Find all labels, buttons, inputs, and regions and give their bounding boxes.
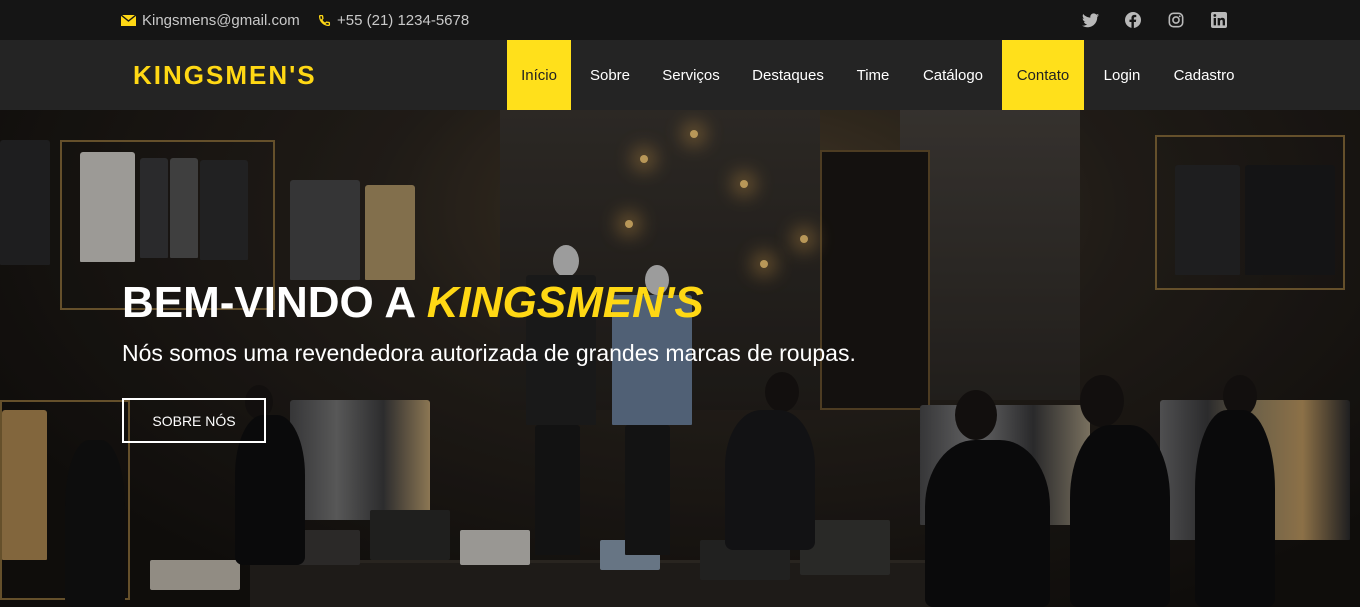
hero-section: BEM-VINDO A KINGSMEN'S Nós somos uma rev… [0, 110, 1360, 607]
envelope-icon [121, 14, 136, 26]
nav-catalogo[interactable]: Catálogo [913, 40, 993, 110]
phone-icon [318, 14, 331, 26]
instagram-icon[interactable] [1166, 10, 1186, 30]
linkedin-icon[interactable] [1209, 10, 1229, 30]
about-us-button[interactable]: SOBRE NÓS [122, 398, 266, 443]
nav-contato[interactable]: Contato [1002, 40, 1084, 110]
contact-phone[interactable]: +55 (21) 1234-5678 [318, 0, 469, 40]
twitter-icon[interactable] [1080, 10, 1100, 30]
phone-text: +55 (21) 1234-5678 [337, 11, 470, 29]
hero-title-brand: KINGSMEN'S [426, 278, 704, 327]
site-logo[interactable]: KINGSMEN'S [133, 40, 317, 110]
nav-destaques[interactable]: Destaques [742, 40, 834, 110]
nav-inicio[interactable]: Início [507, 40, 571, 110]
hero-title-prefix: BEM-VINDO A [122, 278, 427, 327]
top-contact-bar: Kingsmens@gmail.com +55 (21) 1234-5678 [0, 0, 1360, 40]
nav-sobre[interactable]: Sobre [580, 40, 640, 110]
nav-time[interactable]: Time [846, 40, 900, 110]
social-links [1080, 0, 1252, 40]
email-text: Kingsmens@gmail.com [142, 11, 300, 29]
hero-subtitle: Nós somos uma revendedora autorizada de … [122, 340, 856, 366]
hero-title: BEM-VINDO A KINGSMEN'S [122, 278, 704, 328]
nav-cadastro[interactable]: Cadastro [1162, 40, 1246, 110]
main-navbar: KINGSMEN'S Início Sobre Serviços Destaqu… [0, 40, 1360, 110]
nav-login[interactable]: Login [1094, 40, 1150, 110]
contact-email[interactable]: Kingsmens@gmail.com [121, 0, 300, 40]
nav-servicos[interactable]: Serviços [652, 40, 730, 110]
facebook-icon[interactable] [1123, 10, 1143, 30]
